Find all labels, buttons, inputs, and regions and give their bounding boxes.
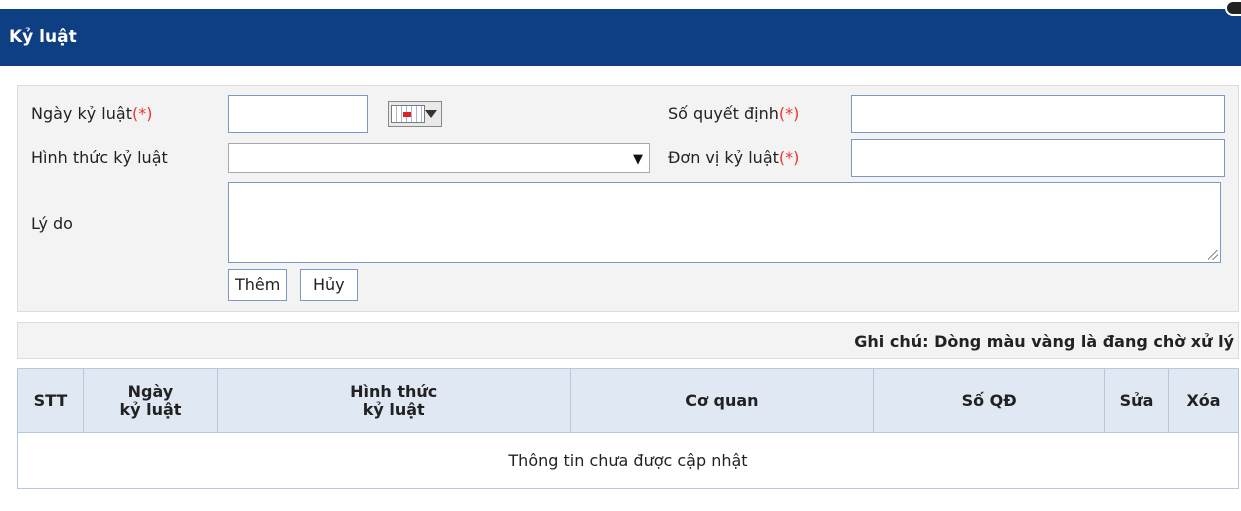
reason-textarea[interactable]: [228, 182, 1221, 263]
table-header-row: STT Ngày kỷ luật Hình thức kỷ luật Cơ quan…: [17, 368, 1239, 433]
col-edit: Sửa: [1104, 368, 1169, 433]
required-marker: (*): [131, 104, 153, 123]
reason-label: Lý do: [31, 214, 73, 233]
window-title-bar: Kỷ luật: [0, 9, 1241, 66]
discipline-table: STT Ngày kỷ luật Hình thức kỷ luật Cơ quan…: [17, 368, 1239, 489]
table-row: Thông tin chưa được cập nhật: [17, 432, 1239, 489]
col-date: Ngày kỷ luật: [82, 368, 218, 433]
calendar-icon: [391, 105, 425, 123]
discipline-unit-input[interactable]: [851, 139, 1225, 177]
date-label: Ngày kỷ luật(*): [31, 104, 153, 123]
cancel-button[interactable]: Hủy: [300, 269, 358, 301]
required-marker: (*): [778, 104, 800, 123]
col-decision-no: Số QĐ: [873, 368, 1106, 433]
date-input[interactable]: [228, 95, 368, 133]
close-icon[interactable]: [1225, 0, 1241, 16]
decision-number-input[interactable]: [851, 95, 1225, 133]
add-button[interactable]: Thêm: [228, 269, 288, 301]
empty-message: Thông tin chưa được cập nhật: [17, 432, 1239, 489]
resize-handle[interactable]: [1208, 250, 1218, 260]
required-marker: (*): [778, 148, 800, 167]
chevron-down-icon: [425, 110, 437, 118]
col-stt: STT: [17, 368, 84, 433]
calendar-button[interactable]: [388, 101, 442, 127]
note-bar: Ghi chú: Dòng màu vàng là đang chờ xử lý: [17, 322, 1239, 359]
discipline-form: Ngày kỷ luật(*) Số quyết định(*) Hình th…: [17, 85, 1239, 312]
discipline-type-select[interactable]: ▼: [228, 143, 650, 173]
chevron-down-icon: ▼: [633, 152, 643, 167]
window-title: Kỷ luật: [9, 27, 77, 47]
discipline-unit-label: Đơn vị kỷ luật(*): [668, 148, 800, 167]
discipline-type-label: Hình thức kỷ luật: [31, 148, 168, 167]
col-type: Hình thức kỷ luật: [216, 368, 571, 433]
col-delete: Xóa: [1168, 368, 1239, 433]
decision-number-label: Số quyết định(*): [668, 104, 800, 123]
col-agency: Cơ quan: [569, 368, 875, 433]
